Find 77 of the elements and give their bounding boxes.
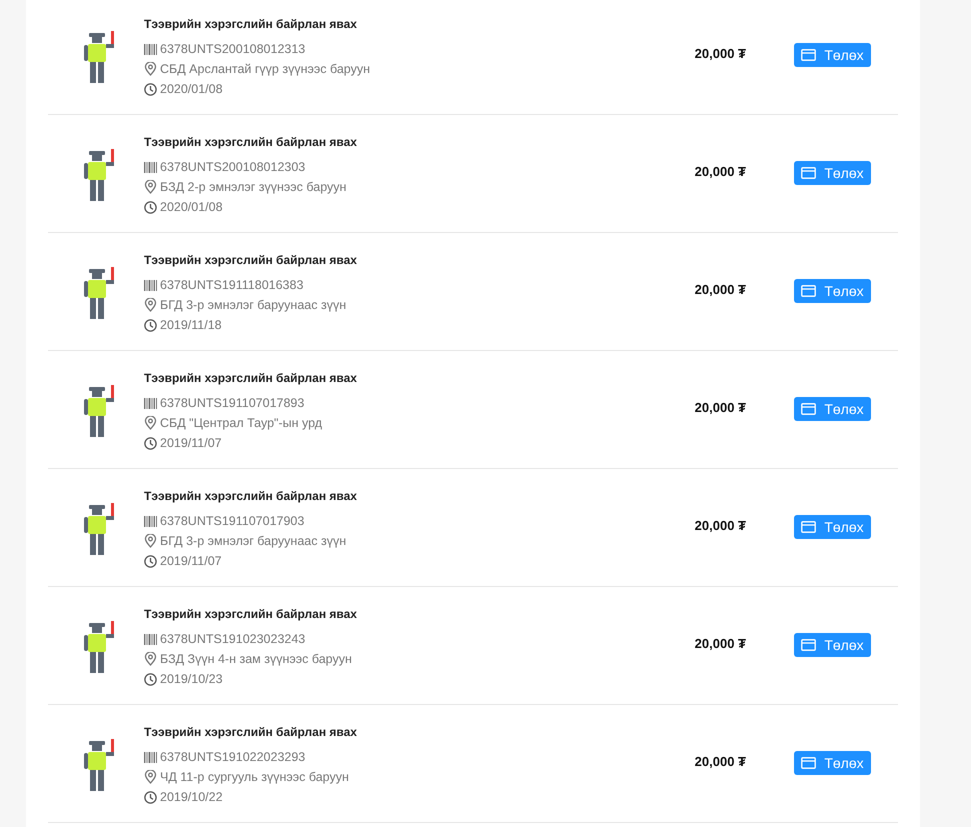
pay-button[interactable]: Төлөх (794, 161, 871, 185)
location-pin-icon (144, 770, 157, 784)
card-icon (801, 49, 816, 61)
fine-location: СБД "Централ Таур"-ын урд (160, 415, 322, 432)
fine-amount: 20,000 ₮ (694, 164, 746, 179)
barcode-icon (144, 280, 157, 290)
fine-code: 6378UNTS191023023243 (160, 631, 306, 648)
fine-location: БГД 3-р эмнэлэг баруунаас зүүн (160, 297, 346, 314)
fine-date: 2019/11/18 (160, 317, 222, 334)
fine-amount: 20,000 ₮ (694, 636, 746, 651)
location-pin-icon (144, 62, 157, 76)
card-icon (801, 521, 816, 533)
clock-icon (144, 318, 157, 332)
traffic-officer-icon (81, 739, 117, 791)
fine-amount: 20,000 ₮ (694, 754, 746, 769)
fine-date: 2020/01/08 (160, 81, 223, 98)
fine-date: 2019/11/07 (160, 553, 222, 570)
fine-location: СБД Арслантай гүүр зүүнээс баруун (160, 61, 370, 78)
fine-amount: 20,000 ₮ (694, 400, 746, 415)
fine-title: Тээврийн хэрэгслийн байрлан явах (144, 16, 357, 32)
clock-icon (144, 82, 157, 96)
fine-date: 2019/10/22 (160, 789, 223, 806)
fine-date: 2019/11/07 (160, 435, 222, 452)
location-pin-icon (144, 652, 157, 666)
fine-title: Тээврийн хэрэгслийн байрлан явах (144, 370, 357, 386)
card-icon (801, 757, 816, 769)
fine-code: 6378UNTS200108012313 (160, 41, 306, 58)
clock-icon (144, 554, 157, 568)
clock-icon (144, 790, 157, 804)
pay-button[interactable]: Төлөх (794, 43, 871, 67)
fine-code: 6378UNTS200108012303 (160, 159, 306, 176)
traffic-officer-icon (81, 385, 117, 437)
traffic-officer-icon (81, 149, 117, 201)
traffic-officer-icon (81, 31, 117, 83)
fine-amount: 20,000 ₮ (694, 282, 746, 297)
location-pin-icon (144, 180, 157, 194)
pay-button[interactable]: Төлөх (794, 751, 871, 775)
fine-amount: 20,000 ₮ (694, 46, 746, 61)
clock-icon (144, 672, 157, 686)
fine-code: 6378UNTS191107017903 (160, 513, 304, 530)
fine-code: 6378UNTS191118016383 (160, 277, 304, 294)
traffic-officer-icon (81, 267, 117, 319)
barcode-icon (144, 44, 157, 54)
fine-location: БЗД Зүүн 4-н зам зүүнээс баруун (160, 651, 352, 668)
fine-title: Тээврийн хэрэгслийн байрлан явах (144, 134, 357, 150)
clock-icon (144, 436, 157, 450)
card-icon (801, 285, 816, 297)
fine-code: 6378UNTS191107017893 (160, 395, 304, 412)
fine-location: ЧД 11-р сургууль зүүнээс баруун (160, 769, 349, 786)
location-pin-icon (144, 416, 157, 430)
pay-button[interactable]: Төлөх (794, 515, 871, 539)
fine-title: Тээврийн хэрэгслийн байрлан явах (144, 252, 357, 268)
barcode-icon (144, 752, 157, 762)
fine-title: Тээврийн хэрэгслийн байрлан явах (144, 606, 357, 622)
fine-date: 2019/10/23 (160, 671, 223, 688)
pay-button[interactable]: Төлөх (794, 279, 871, 303)
fine-title: Тээврийн хэрэгслийн байрлан явах (144, 724, 357, 740)
traffic-officer-icon (81, 621, 117, 673)
card-icon (801, 639, 816, 651)
card-icon (801, 403, 816, 415)
barcode-icon (144, 634, 157, 644)
card-icon (801, 167, 816, 179)
pay-button[interactable]: Төлөх (794, 633, 871, 657)
fine-code: 6378UNTS191022023293 (160, 749, 306, 766)
pay-button[interactable]: Төлөх (794, 397, 871, 421)
clock-icon (144, 200, 157, 214)
fine-location: БЗД 2-р эмнэлэг зүүнээс баруун (160, 179, 346, 196)
fine-amount: 20,000 ₮ (694, 518, 746, 533)
location-pin-icon (144, 298, 157, 312)
barcode-icon (144, 398, 157, 408)
location-pin-icon (144, 534, 157, 548)
barcode-icon (144, 516, 157, 526)
fine-date: 2020/01/08 (160, 199, 223, 216)
fine-title: Тээврийн хэрэгслийн байрлан явах (144, 488, 357, 504)
barcode-icon (144, 162, 157, 172)
fine-location: БГД 3-р эмнэлэг баруунаас зүүн (160, 533, 346, 550)
traffic-officer-icon (81, 503, 117, 555)
